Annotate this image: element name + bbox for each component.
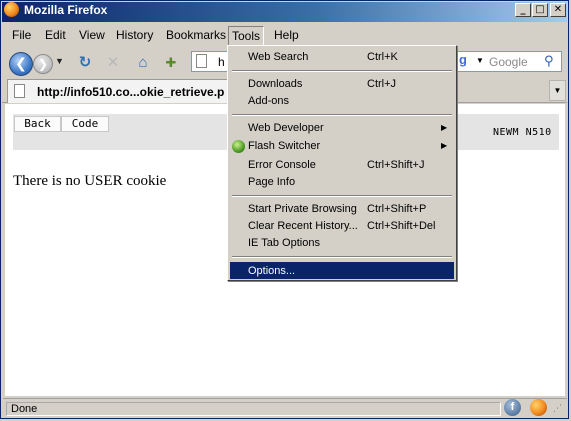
history-dropdown-icon[interactable]: ▼ (55, 56, 64, 66)
submenu-arrow-icon: ▶ (441, 123, 448, 132)
menu-item-add-ons[interactable]: Add-ons (248, 93, 289, 109)
reload-icon[interactable]: ↻ (75, 53, 95, 73)
menu-item-page-info[interactable]: Page Info (248, 174, 295, 190)
menu-history[interactable]: History (113, 28, 156, 42)
flash-switcher-icon (232, 140, 245, 153)
menu-separator (232, 70, 452, 72)
menu-item-clear-history[interactable]: Clear Recent History... (248, 218, 358, 234)
tab-title[interactable]: http://info510.co...okie_retrieve.p (37, 85, 224, 99)
menu-separator (232, 256, 452, 258)
shortcut-clear-history: Ctrl+Shift+Del (367, 220, 436, 232)
page-icon (14, 84, 25, 98)
menu-item-web-developer[interactable]: Web Developer (248, 120, 324, 136)
flash-icon[interactable]: f (504, 399, 521, 416)
shortcut-web-search: Ctrl+K (367, 51, 398, 63)
shortcut-private-browsing: Ctrl+Shift+P (367, 203, 427, 215)
page-code-button[interactable]: Code (61, 116, 109, 132)
menu-item-error-console[interactable]: Error Console (248, 157, 316, 173)
menu-view[interactable]: View (76, 28, 108, 42)
menu-separator (232, 195, 452, 197)
menu-item-web-search[interactable]: Web Search (248, 49, 308, 65)
search-icon[interactable]: ⚲ (544, 53, 554, 69)
shortcut-downloads: Ctrl+J (367, 78, 397, 90)
minimize-button[interactable]: _ (515, 3, 531, 17)
forward-button[interactable]: ❯ (33, 54, 53, 74)
window-title: Mozilla Firefox (24, 3, 108, 17)
resize-grip-icon[interactable]: ⋰ (553, 403, 562, 414)
menu-separator (232, 114, 452, 116)
back-button[interactable]: ❮ (9, 52, 33, 76)
home-icon[interactable]: ⌂ (133, 53, 153, 73)
url-text[interactable]: h (218, 55, 225, 69)
bookmark-add-icon[interactable]: ✚ (161, 53, 181, 73)
google-icon[interactable]: g (459, 53, 473, 67)
page-brand: NEWM N510 (493, 127, 552, 138)
menu-file[interactable]: File (9, 28, 34, 42)
tab-list-button[interactable]: ▼ (549, 80, 566, 101)
page-icon (196, 54, 207, 68)
search-engine-dropdown-icon[interactable]: ▼ (476, 56, 484, 65)
menu-item-flash-switcher[interactable]: Flash Switcher (248, 138, 320, 154)
firefox-logo-icon (4, 2, 19, 17)
page-back-button[interactable]: Back (14, 116, 61, 132)
menu-item-ie-tab-options[interactable]: IE Tab Options (248, 235, 320, 251)
page-message: There is no USER cookie (13, 173, 167, 189)
stop-icon[interactable]: ✕ (103, 53, 123, 73)
shortcut-error-console: Ctrl+Shift+J (367, 159, 425, 171)
submenu-arrow-icon: ▶ (441, 141, 448, 150)
menu-tools[interactable]: Tools (228, 26, 265, 46)
close-button[interactable]: ✕ (550, 3, 566, 17)
menu-help[interactable]: Help (271, 28, 302, 42)
menu-item-options[interactable]: Options... (248, 263, 295, 279)
menu-item-downloads[interactable]: Downloads (248, 76, 302, 92)
maximize-button[interactable]: □ (532, 3, 548, 17)
menu-bookmarks[interactable]: Bookmarks (163, 28, 229, 42)
status-text: Done (6, 402, 501, 416)
menu-edit[interactable]: Edit (42, 28, 69, 42)
menu-item-private-browsing[interactable]: Start Private Browsing (248, 201, 357, 217)
firefox-status-icon[interactable] (530, 399, 547, 416)
search-placeholder[interactable]: Google (489, 55, 528, 69)
